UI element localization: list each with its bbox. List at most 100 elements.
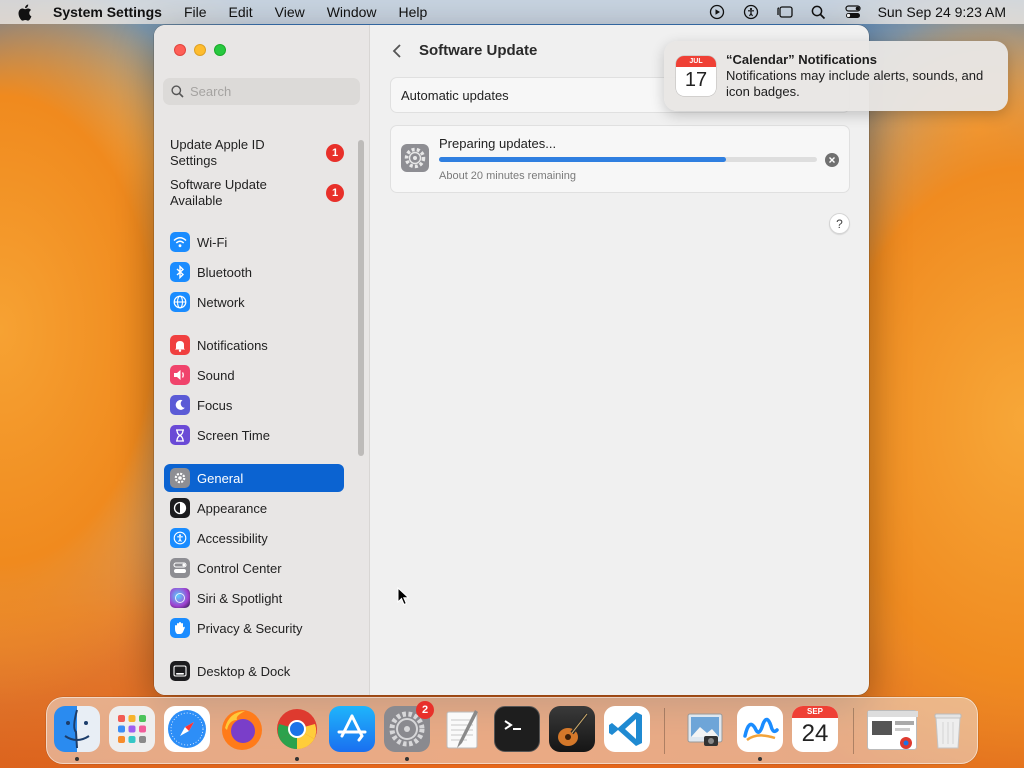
sidebar-item-accessibility[interactable]: Accessibility xyxy=(164,524,344,552)
sidebar-item-focus[interactable]: Focus xyxy=(164,391,344,419)
terminal-icon[interactable] xyxy=(494,706,540,752)
dock-calendar-day: 24 xyxy=(801,720,829,747)
sidebar-item-label: Notifications xyxy=(197,337,268,353)
stage-manager-status-icon[interactable] xyxy=(768,0,802,24)
sidebar-item-label: General xyxy=(197,470,244,486)
notice-update-apple-id[interactable]: Update Apple ID Settings 1 xyxy=(170,137,350,169)
hand-icon xyxy=(170,618,190,638)
menu-view[interactable]: View xyxy=(275,4,305,20)
menu-clock[interactable]: Sun Sep 24 9:23 AM xyxy=(878,4,1006,20)
freeform-icon[interactable] xyxy=(737,706,783,752)
sidebar-item-label: Screen Time xyxy=(197,427,270,443)
launchpad-icon[interactable] xyxy=(109,706,155,752)
finder-icon[interactable] xyxy=(54,706,100,752)
sidebar-item-siri-spotlight[interactable]: Siri & Spotlight xyxy=(164,584,344,612)
globe-icon xyxy=(170,292,190,312)
moon-icon xyxy=(170,395,190,415)
app-store-icon[interactable] xyxy=(329,706,375,752)
sidebar-item-network[interactable]: Network xyxy=(164,288,344,316)
sidebar-item-control-center[interactable]: Control Center xyxy=(164,554,344,582)
preview-icon[interactable] xyxy=(682,706,728,752)
dock-separator-2 xyxy=(853,708,854,754)
calendar-app-icon: JUL 17 xyxy=(676,56,716,96)
accessibility-icon xyxy=(170,528,190,548)
settings-badge: 2 xyxy=(416,701,434,719)
sidebar-item-sound[interactable]: Sound xyxy=(164,361,344,389)
notice-software-update[interactable]: Software Update Available 1 xyxy=(170,177,350,209)
sidebar-item-label: Network xyxy=(197,294,245,310)
menu-edit[interactable]: Edit xyxy=(229,4,253,20)
sidebar-item-general[interactable]: General xyxy=(164,464,344,492)
window-controls xyxy=(174,44,226,56)
sidebar-item-screen-time[interactable]: Screen Time xyxy=(164,421,344,449)
finder-running-indicator xyxy=(75,757,79,761)
play-status-icon[interactable] xyxy=(700,0,734,24)
sidebar-item-label: Control Center xyxy=(197,560,282,576)
automatic-updates-label: Automatic updates xyxy=(401,87,509,103)
dock-separator xyxy=(664,708,665,754)
minimized-window-thumbnail[interactable] xyxy=(867,710,918,750)
sidebar-item-notifications[interactable]: Notifications xyxy=(164,331,344,359)
sidebar-scrollbar[interactable] xyxy=(358,140,364,456)
chrome-running-indicator xyxy=(295,757,299,761)
sidebar-item-label: Focus xyxy=(197,397,233,413)
apple-menu-icon[interactable] xyxy=(17,0,37,24)
calendar-day: 17 xyxy=(684,69,708,91)
software-update-gear-icon xyxy=(401,144,429,172)
notice-badge: 1 xyxy=(326,184,344,202)
back-button[interactable] xyxy=(390,41,404,61)
bluetooth-icon xyxy=(170,262,190,282)
trash-icon[interactable] xyxy=(925,706,971,752)
notification-body: Notifications may include alerts, sounds… xyxy=(726,68,984,99)
close-window-button[interactable] xyxy=(174,44,186,56)
page-title: Software Update xyxy=(419,42,538,59)
calendar-dock-icon[interactable]: SEP 24 xyxy=(792,706,838,752)
gear-icon xyxy=(170,468,190,488)
notice-label: Software Update Available xyxy=(170,177,267,208)
control-center-icon[interactable] xyxy=(836,0,870,24)
notification-title: “Calendar” Notifications xyxy=(726,52,877,67)
sidebar-item-appearance[interactable]: Appearance xyxy=(164,494,344,522)
accessibility-status-icon[interactable] xyxy=(734,0,768,24)
search-input[interactable] xyxy=(190,84,350,99)
menu-file[interactable]: File xyxy=(184,4,207,20)
menu-help[interactable]: Help xyxy=(399,4,428,20)
progress-bar xyxy=(439,157,817,162)
dock-icon xyxy=(170,661,190,681)
close-icon xyxy=(829,157,835,163)
menu-app-name[interactable]: System Settings xyxy=(53,4,162,20)
cancel-update-button[interactable] xyxy=(825,153,839,167)
zoom-window-button[interactable] xyxy=(214,44,226,56)
sidebar-item-wifi[interactable]: Wi-Fi xyxy=(164,228,344,256)
safari-icon[interactable] xyxy=(164,706,210,752)
sidebar: Update Apple ID Settings 1 Software Upda… xyxy=(154,25,370,695)
update-progress-panel: Preparing updates... About 20 minutes re… xyxy=(390,125,850,193)
bell-icon xyxy=(170,335,190,355)
notice-badge: 1 xyxy=(326,144,344,162)
time-remaining: About 20 minutes remaining xyxy=(439,170,576,182)
speaker-icon xyxy=(170,365,190,385)
sidebar-item-privacy-security[interactable]: Privacy & Security xyxy=(164,614,344,642)
textedit-icon[interactable] xyxy=(439,706,485,752)
sidebar-item-label: Sound xyxy=(197,367,235,383)
sidebar-item-label: Appearance xyxy=(197,500,268,516)
sidebar-item-label: Desktop & Dock xyxy=(197,663,291,679)
sidebar-item-label: Siri & Spotlight xyxy=(197,590,283,606)
garageband-icon[interactable] xyxy=(549,706,595,752)
vscode-icon[interactable] xyxy=(604,706,650,752)
calendar-notification-banner[interactable]: JUL 17 “Calendar” Notifications Notifica… xyxy=(664,41,1008,111)
search-field[interactable] xyxy=(163,78,360,105)
spotlight-search-icon[interactable] xyxy=(802,0,836,24)
firefox-icon[interactable] xyxy=(219,706,265,752)
minimize-window-button[interactable] xyxy=(194,44,206,56)
help-button[interactable]: ? xyxy=(829,213,850,234)
freeform-running-indicator xyxy=(758,757,762,761)
sidebar-item-bluetooth[interactable]: Bluetooth xyxy=(164,258,344,286)
chrome-icon[interactable] xyxy=(274,706,320,752)
sidebar-item-label: Bluetooth xyxy=(197,264,252,280)
sidebar-item-desktop-dock[interactable]: Desktop & Dock xyxy=(164,657,344,685)
calendar-month: JUL xyxy=(676,56,716,67)
wifi-icon xyxy=(170,232,190,252)
menu-window[interactable]: Window xyxy=(327,4,377,20)
toggles-icon xyxy=(170,558,190,578)
